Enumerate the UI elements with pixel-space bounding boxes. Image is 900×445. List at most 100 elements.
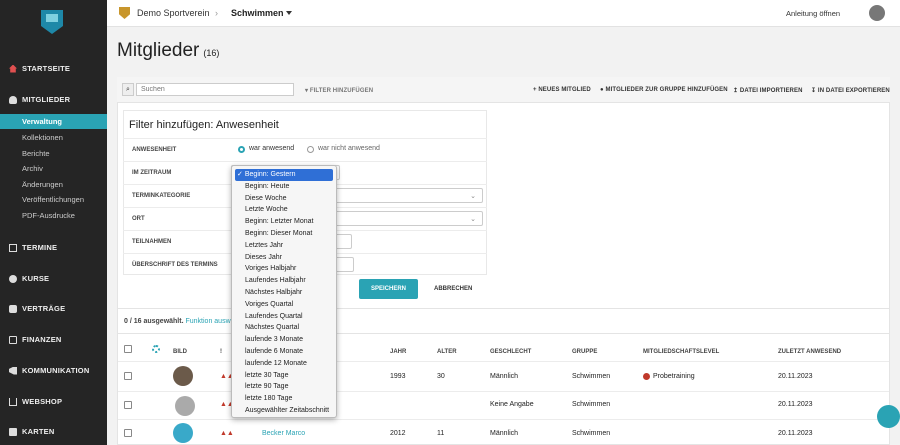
dropdown-option[interactable]: Voriges Quartal xyxy=(232,299,336,311)
avatar xyxy=(173,423,193,443)
cell-gruppe: Schwimmen xyxy=(572,430,611,437)
import-button[interactable]: ↥ DATEI IMPORTIEREN xyxy=(733,87,803,94)
chat-icon[interactable] xyxy=(877,405,900,428)
dropdown-option[interactable]: Beginn: Letzter Monat xyxy=(232,216,336,228)
download-icon: ↧ xyxy=(811,88,817,94)
user-avatar-icon[interactable] xyxy=(869,5,885,21)
dropdown-option[interactable]: Letztes Jahr xyxy=(232,240,336,252)
cell-name[interactable]: Becker Marco xyxy=(262,430,305,437)
upload-icon: ↥ xyxy=(733,88,739,94)
search-icon[interactable]: ⌕ xyxy=(122,83,134,96)
header-jahr[interactable]: JAHR xyxy=(390,349,406,355)
header-geschlecht[interactable]: GESCHLECHT xyxy=(490,349,531,355)
nav-karten[interactable]: KARTEN xyxy=(9,427,54,436)
dropdown-option[interactable]: Nächstes Quartal xyxy=(232,322,336,334)
dropdown-option[interactable]: laufende 6 Monate xyxy=(232,346,336,358)
sidebar-item-kollektionen[interactable]: Kollektionen xyxy=(0,130,107,145)
nav-finanzen[interactable]: FINANZEN xyxy=(9,335,62,344)
sidebar-item-berichte[interactable]: Berichte xyxy=(0,146,107,161)
cell-zuletzt: 20.11.2023 xyxy=(778,401,813,408)
dropdown-option[interactable]: laufende 12 Monate xyxy=(232,358,336,370)
dropdown-option[interactable]: letzte 180 Tage xyxy=(232,393,336,405)
nav-kurse[interactable]: KURSE xyxy=(9,274,49,283)
nav-termine[interactable]: TERMINE xyxy=(9,243,57,252)
header-alter[interactable]: ALTER xyxy=(437,349,457,355)
dropdown-option[interactable]: letzte 30 Tage xyxy=(232,370,336,382)
level-dot-icon xyxy=(643,373,650,380)
cell-geschlecht: Männlich xyxy=(490,373,519,380)
radio-absent[interactable] xyxy=(307,146,314,153)
sidebar-item-aenderungen[interactable]: Änderungen xyxy=(0,177,107,192)
help-link[interactable]: Anleitung öffnen xyxy=(786,9,840,18)
nav-webshop[interactable]: WEBSHOP xyxy=(9,397,62,406)
group-select[interactable]: Schwimmen xyxy=(231,8,284,18)
dropdown-option[interactable]: Laufendes Halbjahr xyxy=(232,275,336,287)
club-name[interactable]: Demo Sportverein xyxy=(137,8,210,18)
cell-zuletzt: 20.11.2023 xyxy=(778,430,813,437)
header-level[interactable]: MITGLIEDSCHAFTSLEVEL xyxy=(643,349,719,355)
cell-geschlecht: Männlich xyxy=(490,430,519,437)
period-dropdown-list[interactable]: ✓ Beginn: Gestern Beginn: Heute Diese Woche… xyxy=(231,165,337,418)
chevron-down-icon[interactable] xyxy=(286,11,292,15)
warning-icon: ▲▲ xyxy=(220,430,234,437)
dropdown-option[interactable]: Letzte Woche xyxy=(232,204,336,216)
new-member-button[interactable]: + NEUES MITGLIED xyxy=(533,87,591,93)
cancel-button[interactable]: ABBRECHEN xyxy=(434,286,472,292)
money-icon xyxy=(9,335,17,344)
card-icon xyxy=(9,427,17,436)
dropdown-option[interactable]: laufende 3 Monate xyxy=(232,334,336,346)
sidebar-item-pdf[interactable]: PDF-Ausdrucke xyxy=(0,208,107,223)
calendar-icon xyxy=(9,243,17,252)
club-logo xyxy=(41,10,63,34)
row-checkbox[interactable] xyxy=(124,372,132,380)
cell-geschlecht: Keine Angabe xyxy=(490,401,534,408)
cell-jahr: 1993 xyxy=(390,373,406,380)
filter-row-anwesenheit: ANWESENHEIT xyxy=(123,138,487,161)
header-bild[interactable]: BILD xyxy=(173,349,187,355)
filter-title: Filter hinzufügen: Anwesenheit xyxy=(129,119,279,131)
dropdown-option[interactable]: Dieses Jahr xyxy=(232,252,336,264)
sidebar-item-archiv[interactable]: Archiv xyxy=(0,161,107,176)
dropdown-option[interactable]: Beginn: Heute xyxy=(232,181,336,193)
row-checkbox[interactable] xyxy=(124,401,132,409)
header-gruppe[interactable]: GRUPPE xyxy=(572,349,597,355)
cell-jahr: 2012 xyxy=(390,430,406,437)
add-to-group-button[interactable]: ● MITGLIEDER ZUR GRUPPE HINZUFÜGEN xyxy=(600,87,728,93)
nav-kommunikation[interactable]: KOMMUNIKATION xyxy=(9,366,89,375)
filter-add-button[interactable]: ▾ FILTER HINZUFÜGEN xyxy=(305,87,373,94)
header-warning[interactable]: ! xyxy=(220,349,222,355)
sidebar: STARTSEITE MITGLIEDER Verwaltung Kollekt… xyxy=(0,0,107,445)
dropdown-option[interactable]: Ausgewählter Zeitabschnitt xyxy=(232,405,336,417)
home-icon xyxy=(9,64,17,73)
header-zuletzt[interactable]: ZULETZT ANWESEND xyxy=(778,349,841,355)
row-checkbox[interactable] xyxy=(124,429,132,437)
nav-mitglieder[interactable]: MITGLIEDER xyxy=(9,95,70,104)
search-input[interactable] xyxy=(136,83,294,96)
handshake-icon xyxy=(9,304,17,313)
sidebar-item-veroeffentlichungen[interactable]: Veröffentlichungen xyxy=(0,192,107,207)
course-icon xyxy=(9,274,17,283)
dropdown-option[interactable]: Voriges Halbjahr xyxy=(232,263,336,275)
cart-icon xyxy=(9,397,17,406)
nav-startseite[interactable]: STARTSEITE xyxy=(9,64,70,73)
dropdown-option[interactable]: letzte 90 Tage xyxy=(232,381,336,393)
nav-vertraege[interactable]: VERTRÄGE xyxy=(9,304,65,313)
megaphone-icon xyxy=(9,366,17,375)
save-button[interactable]: SPEICHERN xyxy=(359,279,418,299)
dropdown-option[interactable]: Beginn: Dieser Monat xyxy=(232,228,336,240)
dropdown-option[interactable]: Diese Woche xyxy=(232,193,336,205)
export-button[interactable]: ↧ IN DATEI EXPORTIEREN xyxy=(811,87,890,94)
dropdown-option[interactable]: ✓ Beginn: Gestern xyxy=(235,169,333,181)
dropdown-option[interactable]: Laufendes Quartal xyxy=(232,311,336,323)
gear-icon[interactable] xyxy=(152,345,160,353)
sidebar-item-verwaltung[interactable]: Verwaltung xyxy=(0,114,107,129)
chevron-down-icon: ⌄ xyxy=(470,193,476,200)
checkmark-icon: ✓ xyxy=(237,171,243,178)
cell-alter: 11 xyxy=(437,430,445,437)
dropdown-option[interactable]: Nächstes Halbjahr xyxy=(232,287,336,299)
select-all-checkbox[interactable] xyxy=(124,345,132,353)
cell-gruppe: Schwimmen xyxy=(572,401,611,408)
avatar xyxy=(173,366,193,386)
function-link[interactable]: Funktion ausw xyxy=(185,318,230,325)
radio-present[interactable] xyxy=(238,146,245,153)
